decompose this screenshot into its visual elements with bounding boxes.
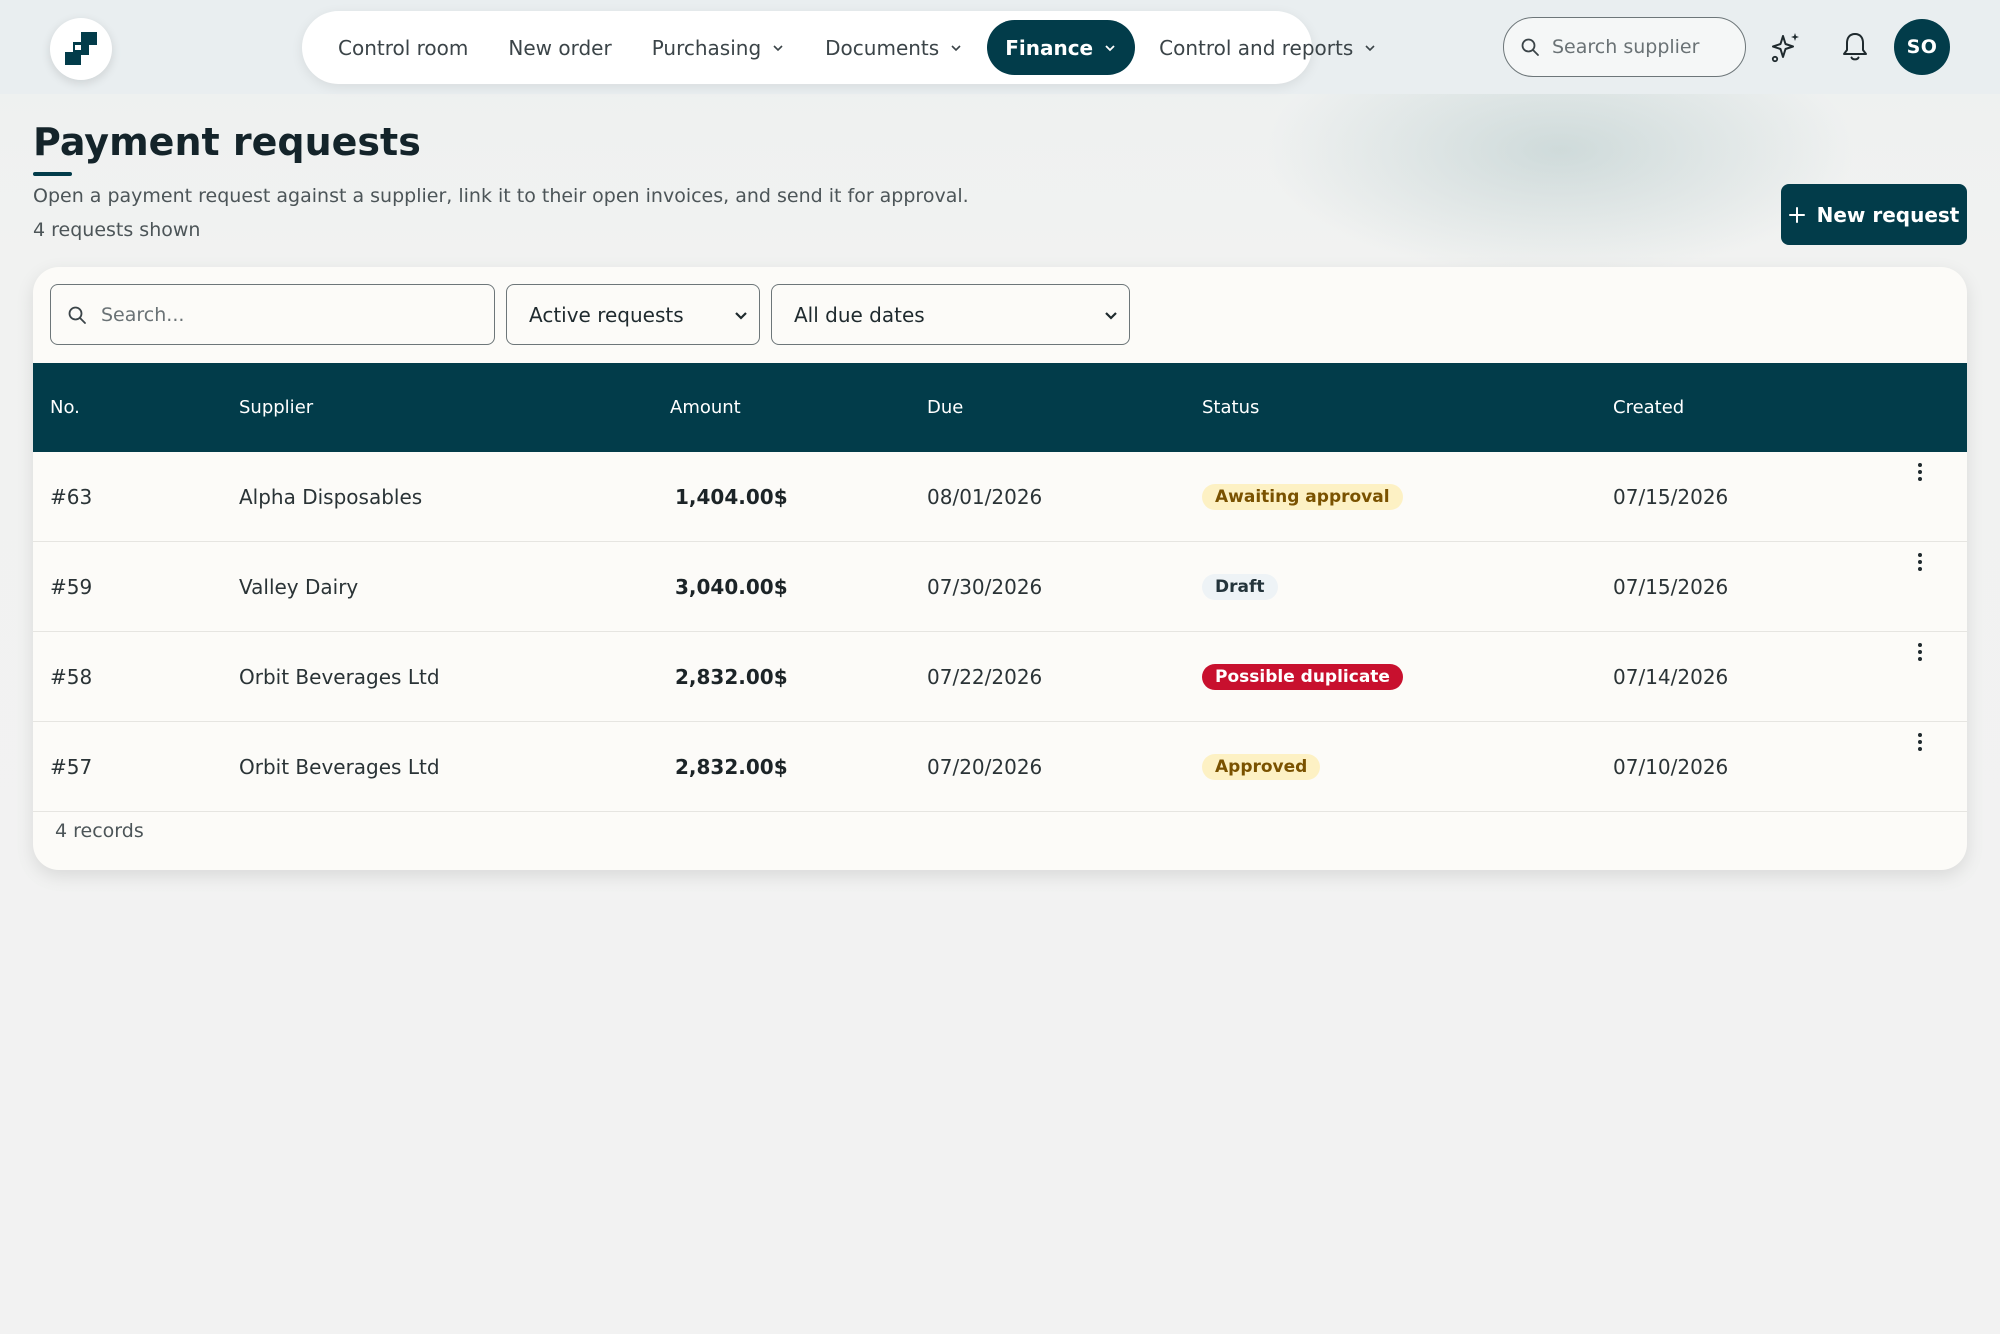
row-actions-button[interactable] bbox=[1908, 542, 1932, 582]
nav-item-label: Finance bbox=[1005, 35, 1094, 60]
filters-bar: Active requests All due dates bbox=[33, 267, 1967, 363]
table-row[interactable]: #63 Alpha Disposables 1,404.00$ 08/01/20… bbox=[33, 452, 1967, 542]
table-header: No. Supplier Amount Due Status Created bbox=[33, 363, 1967, 452]
avatar-initials: SO bbox=[1906, 36, 1938, 58]
status-cell: Approved bbox=[1202, 722, 1321, 811]
top-bar: Control room New order Purchasing Docume… bbox=[0, 0, 2000, 94]
column-header-no[interactable]: No. bbox=[50, 363, 80, 452]
request-number: #59 bbox=[50, 574, 93, 599]
request-number: #57 bbox=[50, 754, 93, 779]
amount: 2,832.00$ bbox=[675, 754, 788, 779]
due-date-filter-value: All due dates bbox=[794, 302, 925, 327]
table-row[interactable]: #58 Orbit Beverages Ltd 2,832.00$ 07/22/… bbox=[33, 632, 1967, 722]
column-header-status[interactable]: Status bbox=[1202, 363, 1259, 452]
more-vertical-icon bbox=[1918, 733, 1922, 751]
due-date: 07/22/2026 bbox=[927, 664, 1043, 689]
amount: 3,040.00$ bbox=[675, 574, 788, 599]
chevron-down-icon bbox=[735, 311, 747, 320]
chevron-down-icon bbox=[773, 44, 783, 51]
requests-count: 4 requests shown bbox=[33, 219, 201, 241]
logo[interactable] bbox=[50, 18, 112, 80]
user-avatar[interactable]: SO bbox=[1894, 19, 1950, 75]
status-cell: Possible duplicate bbox=[1202, 632, 1403, 721]
nav-item-control-room[interactable]: Control room bbox=[318, 20, 488, 75]
supplier-name: Orbit Beverages Ltd bbox=[239, 664, 440, 689]
status-filter-select[interactable]: Active requests bbox=[506, 284, 760, 345]
due-date-filter-select[interactable]: All due dates bbox=[771, 284, 1130, 345]
new-request-label: New request bbox=[1816, 202, 1960, 227]
page-subtitle: Open a payment request against a supplie… bbox=[33, 185, 969, 207]
nav-item-label: Documents bbox=[825, 35, 940, 60]
row-actions-button[interactable] bbox=[1908, 722, 1932, 762]
logo-icon bbox=[65, 32, 97, 65]
table-search bbox=[50, 284, 495, 345]
created-date: 07/14/2026 bbox=[1613, 664, 1729, 689]
status-badge: Draft bbox=[1202, 573, 1278, 600]
search-icon bbox=[1521, 38, 1539, 56]
column-header-amount[interactable]: Amount bbox=[670, 363, 741, 452]
nav-item-control-and-reports[interactable]: Control and reports bbox=[1139, 20, 1397, 75]
request-number: #58 bbox=[50, 664, 93, 689]
table-row[interactable]: #59 Valley Dairy 3,040.00$ 07/30/2026 Dr… bbox=[33, 542, 1967, 632]
supplier-name: Alpha Disposables bbox=[239, 484, 423, 509]
status-cell: Awaiting approval bbox=[1202, 452, 1403, 541]
supplier-name: Orbit Beverages Ltd bbox=[239, 754, 440, 779]
nav-item-finance[interactable]: Finance bbox=[987, 20, 1136, 75]
new-request-button[interactable]: New request bbox=[1781, 184, 1967, 245]
status-badge: Awaiting approval bbox=[1202, 483, 1403, 510]
row-actions-button[interactable] bbox=[1908, 632, 1932, 672]
nav-item-new-order[interactable]: New order bbox=[488, 20, 631, 75]
column-header-due[interactable]: Due bbox=[927, 363, 963, 452]
amount: 1,404.00$ bbox=[675, 484, 788, 509]
more-vertical-icon bbox=[1918, 553, 1922, 571]
nav-item-purchasing[interactable]: Purchasing bbox=[632, 20, 805, 75]
table-row[interactable]: #57 Orbit Beverages Ltd 2,832.00$ 07/20/… bbox=[33, 722, 1967, 812]
due-date: 08/01/2026 bbox=[927, 484, 1043, 509]
table-search-input[interactable] bbox=[101, 303, 481, 326]
supplier-name: Valley Dairy bbox=[239, 574, 359, 599]
nav-item-label: Purchasing bbox=[651, 35, 762, 60]
nav-item-label: New order bbox=[508, 35, 612, 60]
column-header-supplier[interactable]: Supplier bbox=[239, 363, 313, 452]
amount: 2,832.00$ bbox=[675, 664, 788, 689]
created-date: 07/15/2026 bbox=[1613, 574, 1729, 599]
created-date: 07/10/2026 bbox=[1613, 754, 1729, 779]
supplier-search bbox=[1503, 17, 1746, 77]
due-date: 07/20/2026 bbox=[927, 754, 1043, 779]
created-date: 07/15/2026 bbox=[1613, 484, 1729, 509]
chevron-down-icon bbox=[1105, 311, 1117, 320]
main-navigation: Control room New order Purchasing Docume… bbox=[302, 11, 1375, 84]
plus-icon bbox=[1788, 206, 1805, 223]
status-cell: Draft bbox=[1202, 542, 1278, 631]
request-number: #63 bbox=[50, 484, 93, 509]
search-icon bbox=[68, 306, 86, 324]
supplier-search-input[interactable] bbox=[1552, 36, 1732, 58]
records-count: 4 records bbox=[55, 820, 144, 842]
chevron-down-icon bbox=[1105, 44, 1115, 51]
due-date: 07/30/2026 bbox=[927, 574, 1043, 599]
nav-item-label: Control room bbox=[338, 35, 469, 60]
title-underline bbox=[33, 172, 72, 176]
bell-icon bbox=[1843, 33, 1867, 61]
status-filter-value: Active requests bbox=[529, 302, 684, 327]
nav-item-documents[interactable]: Documents bbox=[805, 20, 983, 75]
ai-assistant-button[interactable] bbox=[1761, 22, 1811, 72]
row-actions-button[interactable] bbox=[1908, 452, 1932, 492]
chevron-down-icon bbox=[951, 44, 961, 51]
more-vertical-icon bbox=[1918, 463, 1922, 481]
notifications-button[interactable] bbox=[1830, 22, 1880, 72]
more-vertical-icon bbox=[1918, 643, 1922, 661]
column-header-created[interactable]: Created bbox=[1613, 363, 1684, 452]
page-title: Payment requests bbox=[33, 120, 421, 164]
payment-requests-card: Active requests All due dates No. Suppli… bbox=[33, 267, 1967, 870]
status-badge: Possible duplicate bbox=[1202, 663, 1403, 690]
nav-item-label: Control and reports bbox=[1159, 35, 1354, 60]
sparkle-icon bbox=[1771, 33, 1799, 63]
table-body: #63 Alpha Disposables 1,404.00$ 08/01/20… bbox=[33, 452, 1967, 812]
chevron-down-icon bbox=[1365, 44, 1375, 51]
status-badge: Approved bbox=[1202, 753, 1321, 780]
